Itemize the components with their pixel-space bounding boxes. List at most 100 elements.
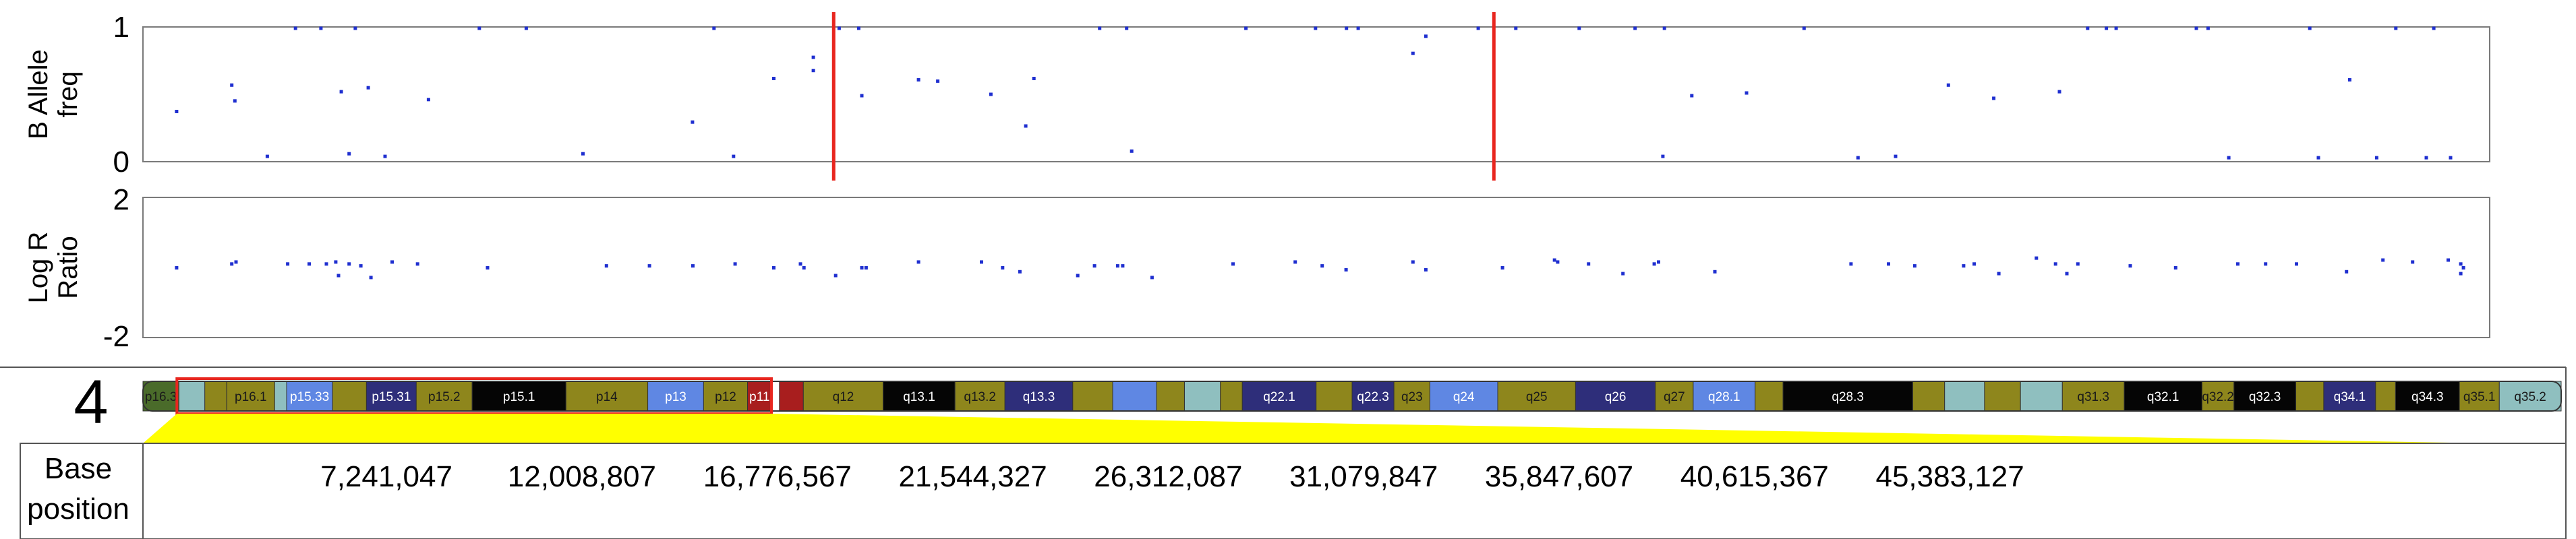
ideogram-band[interactable] (1755, 381, 1784, 412)
baf-point (524, 26, 528, 30)
ideogram-band[interactable] (1072, 381, 1113, 412)
ideogram-band[interactable] (2375, 381, 2396, 412)
baf-point (1745, 91, 1749, 95)
baf-ytick-top: 1 (113, 11, 129, 44)
ideogram-bands: p16.3 p16.1 p15.33 p15.31 p15.2 p15.1 p14 p13 p1… (142, 381, 2562, 412)
lrr-point (2447, 258, 2450, 262)
lrr-point (2035, 256, 2039, 260)
base-position-tick-label: 31,079,847 (1289, 460, 1438, 493)
baf-point (1244, 26, 1248, 30)
ideogram-band-label: q31.3 (2077, 390, 2109, 404)
lrr-point (864, 266, 868, 270)
ideogram-band-label: p14 (596, 390, 618, 404)
baf-point (265, 154, 269, 158)
baf-point (293, 26, 297, 30)
ideogram-band-label: q22.1 (1263, 390, 1295, 404)
lrr-point (1849, 262, 1853, 266)
ideogram-band-label: q32.1 (2147, 390, 2179, 404)
ideogram-band-label: p15.1 (503, 390, 535, 404)
base-position-tick-label: 26,312,087 (1094, 460, 1242, 493)
lrr-ylabel-text: Log RRatio (24, 232, 83, 304)
lrr-point (336, 274, 341, 278)
ideogram-band[interactable] (2295, 381, 2324, 412)
lrr-point (2459, 262, 2463, 266)
ideogram-band-label: q25 (1526, 390, 1548, 404)
baf-point (811, 69, 815, 73)
baf-plot-frame (142, 26, 2490, 162)
baf-point (339, 90, 343, 94)
lrr-ylabel: Log RRatio (24, 232, 83, 304)
base-position-tick-label: 12,008,807 (508, 460, 656, 493)
ideogram-band[interactable] (1984, 381, 2021, 412)
lrr-point (286, 262, 290, 266)
baf-ytick-bottom: 0 (113, 146, 129, 179)
ideogram-band[interactable] (274, 381, 287, 412)
baf-point (2374, 156, 2378, 160)
baf-ylabel-text: B Allelefreq (24, 49, 83, 139)
lrr-point (2173, 266, 2177, 270)
baf-point (1345, 26, 1349, 30)
lrr-point (1115, 264, 1119, 268)
baf-point (1032, 77, 1036, 80)
baf-point (2424, 156, 2428, 160)
zoom-projection (143, 414, 2490, 443)
lrr-point (390, 260, 394, 264)
ideogram-band[interactable] (1220, 381, 1243, 412)
lrr-point (802, 266, 806, 270)
baf-point (1314, 26, 1318, 30)
ideogram-band[interactable] (204, 381, 227, 412)
baf-point (1098, 26, 1102, 30)
lrr-point (369, 276, 373, 280)
lrr-point (1556, 260, 1560, 264)
baf-point (1856, 156, 1860, 160)
ideogram-band-label: q35.2 (2514, 390, 2546, 404)
baf-point (1130, 149, 1134, 153)
lrr-point (308, 262, 311, 266)
ideogram-band[interactable] (1316, 381, 1353, 412)
base-position-label-line2: position (27, 493, 129, 526)
ideogram-band[interactable] (1156, 381, 1185, 412)
lrr-point (1621, 272, 1625, 276)
baf-point (2057, 90, 2061, 94)
ideogram-band-label: p13 (665, 390, 686, 404)
ideogram-band[interactable] (779, 381, 804, 412)
lrr-plot-frame (142, 197, 2490, 338)
ideogram-band[interactable] (1912, 381, 1945, 412)
ideogram-band[interactable] (332, 381, 367, 412)
ideogram-band-label: q32.2 (2202, 390, 2234, 404)
ideogram-band[interactable] (2020, 381, 2063, 412)
base-position-tick-label: 16,776,567 (703, 460, 852, 493)
lrr-point (486, 266, 490, 270)
ideogram-band[interactable] (1112, 381, 1157, 412)
baf-point (1514, 26, 1518, 30)
baf-point (366, 86, 370, 90)
ideogram-band[interactable] (1944, 381, 1985, 412)
baf-point (319, 26, 323, 30)
ideogram-band[interactable] (178, 381, 206, 412)
baf-point (1633, 26, 1637, 30)
lrr-point (2236, 262, 2240, 266)
baf-point (2227, 156, 2231, 160)
lrr-point (833, 274, 838, 278)
ideogram-band-label: q35.1 (2463, 390, 2496, 404)
lrr-point (1587, 262, 1591, 266)
baf-point (1662, 26, 1666, 30)
baf-point (347, 152, 351, 156)
ideogram-band[interactable] (1184, 381, 1221, 412)
lrr-point (1293, 260, 1297, 264)
lrr-point (359, 264, 363, 268)
lrr-point (1001, 266, 1005, 270)
base-position-tick-label: 35,847,607 (1485, 460, 1633, 493)
ideogram-band-label: p16.3 (145, 390, 177, 404)
baf-ylabel: B Allelefreq (24, 49, 83, 139)
baf-point (1802, 26, 1806, 30)
lrr-point (1092, 264, 1096, 268)
lrr-ytick-top: 2 (113, 183, 129, 216)
baf-point (2316, 156, 2320, 160)
lrr-ytick-bottom: -2 (103, 320, 129, 353)
lrr-point (2264, 262, 2268, 266)
lrr-point (772, 266, 775, 270)
lrr-point (1320, 264, 1324, 268)
lrr-point (1552, 258, 1556, 262)
ideogram-band-label: q13.3 (1023, 390, 1055, 404)
